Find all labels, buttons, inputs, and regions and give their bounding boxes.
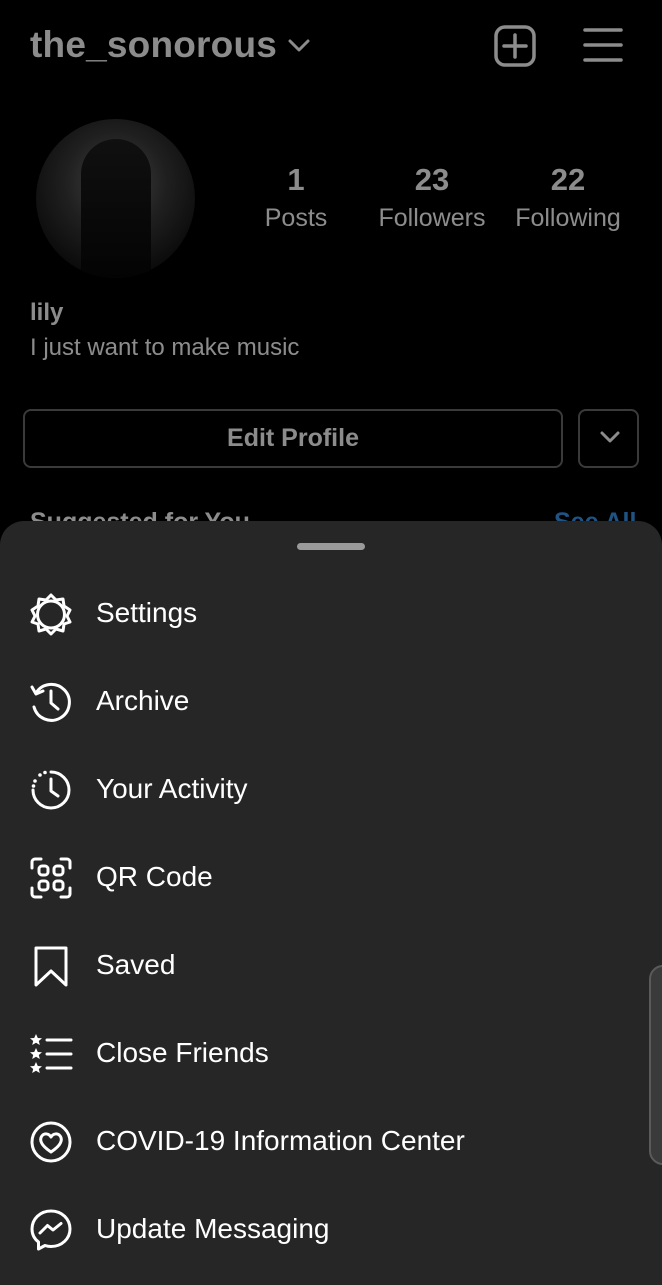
menu-item-covid-info[interactable]: COVID-19 Information Center	[0, 1101, 662, 1181]
posts-stat[interactable]: 1 Posts	[250, 162, 342, 233]
covid-heart-icon	[30, 1121, 72, 1163]
following-stat[interactable]: 22 Following	[508, 162, 628, 233]
menu-item-label: Archive	[96, 685, 190, 716]
username-title[interactable]: the_sonorous	[30, 24, 277, 66]
posts-count: 1	[287, 162, 305, 197]
menu-item-label: Close Friends	[96, 1037, 269, 1068]
following-label: Following	[515, 204, 621, 232]
menu-item-your-activity[interactable]: Your Activity	[0, 749, 662, 829]
options-bottom-sheet: Settings Archive Your Activity QR Code S…	[0, 521, 662, 1285]
menu-item-label: Settings	[96, 597, 198, 628]
close-friends-icon	[30, 1034, 73, 1073]
menu-item-update-messaging[interactable]: Update Messaging	[0, 1189, 662, 1269]
sheet-drag-handle[interactable]	[297, 543, 365, 550]
followers-stat[interactable]: 23 Followers	[372, 162, 492, 233]
avatar-image	[81, 139, 151, 278]
messenger-icon	[30, 1209, 72, 1251]
menu-item-saved[interactable]: Saved	[0, 925, 662, 1005]
bookmark-icon	[34, 946, 68, 987]
edit-profile-button[interactable]: Edit Profile	[23, 409, 563, 468]
menu-item-label: Saved	[96, 949, 176, 980]
followers-label: Followers	[378, 204, 486, 232]
hamburger-menu-icon[interactable]	[583, 27, 623, 63]
archive-icon	[30, 682, 71, 722]
profile-bio: I just want to make music	[30, 334, 300, 361]
menu-item-label: Your Activity	[96, 773, 248, 804]
menu-item-label: COVID-19 Information Center	[96, 1125, 465, 1156]
scrollbar-thumb[interactable]	[649, 965, 662, 1165]
menu-item-archive[interactable]: Archive	[0, 661, 662, 741]
settings-icon	[30, 593, 72, 636]
menu-item-label: Update Messaging	[96, 1213, 330, 1244]
followers-count: 23	[414, 162, 450, 197]
suggestions-toggle-button[interactable]	[578, 409, 639, 468]
menu-item-settings[interactable]: Settings	[0, 573, 662, 653]
profile-background: the_sonorous 1 Posts 23 Followers 22 Fol…	[0, 0, 662, 536]
profile-name: lily	[30, 299, 64, 326]
activity-icon	[31, 770, 71, 810]
following-count: 22	[550, 162, 586, 197]
top-bar: the_sonorous	[0, 0, 662, 95]
posts-label: Posts	[264, 204, 328, 232]
menu-item-qr-code[interactable]: QR Code	[0, 837, 662, 917]
chevron-down-icon	[600, 431, 620, 443]
menu-item-close-friends[interactable]: Close Friends	[0, 1013, 662, 1093]
qr-code-icon	[30, 857, 72, 899]
menu-item-label: QR Code	[96, 861, 213, 892]
avatar[interactable]	[36, 119, 195, 278]
chevron-down-icon[interactable]	[287, 38, 311, 54]
new-post-icon[interactable]	[494, 25, 536, 67]
